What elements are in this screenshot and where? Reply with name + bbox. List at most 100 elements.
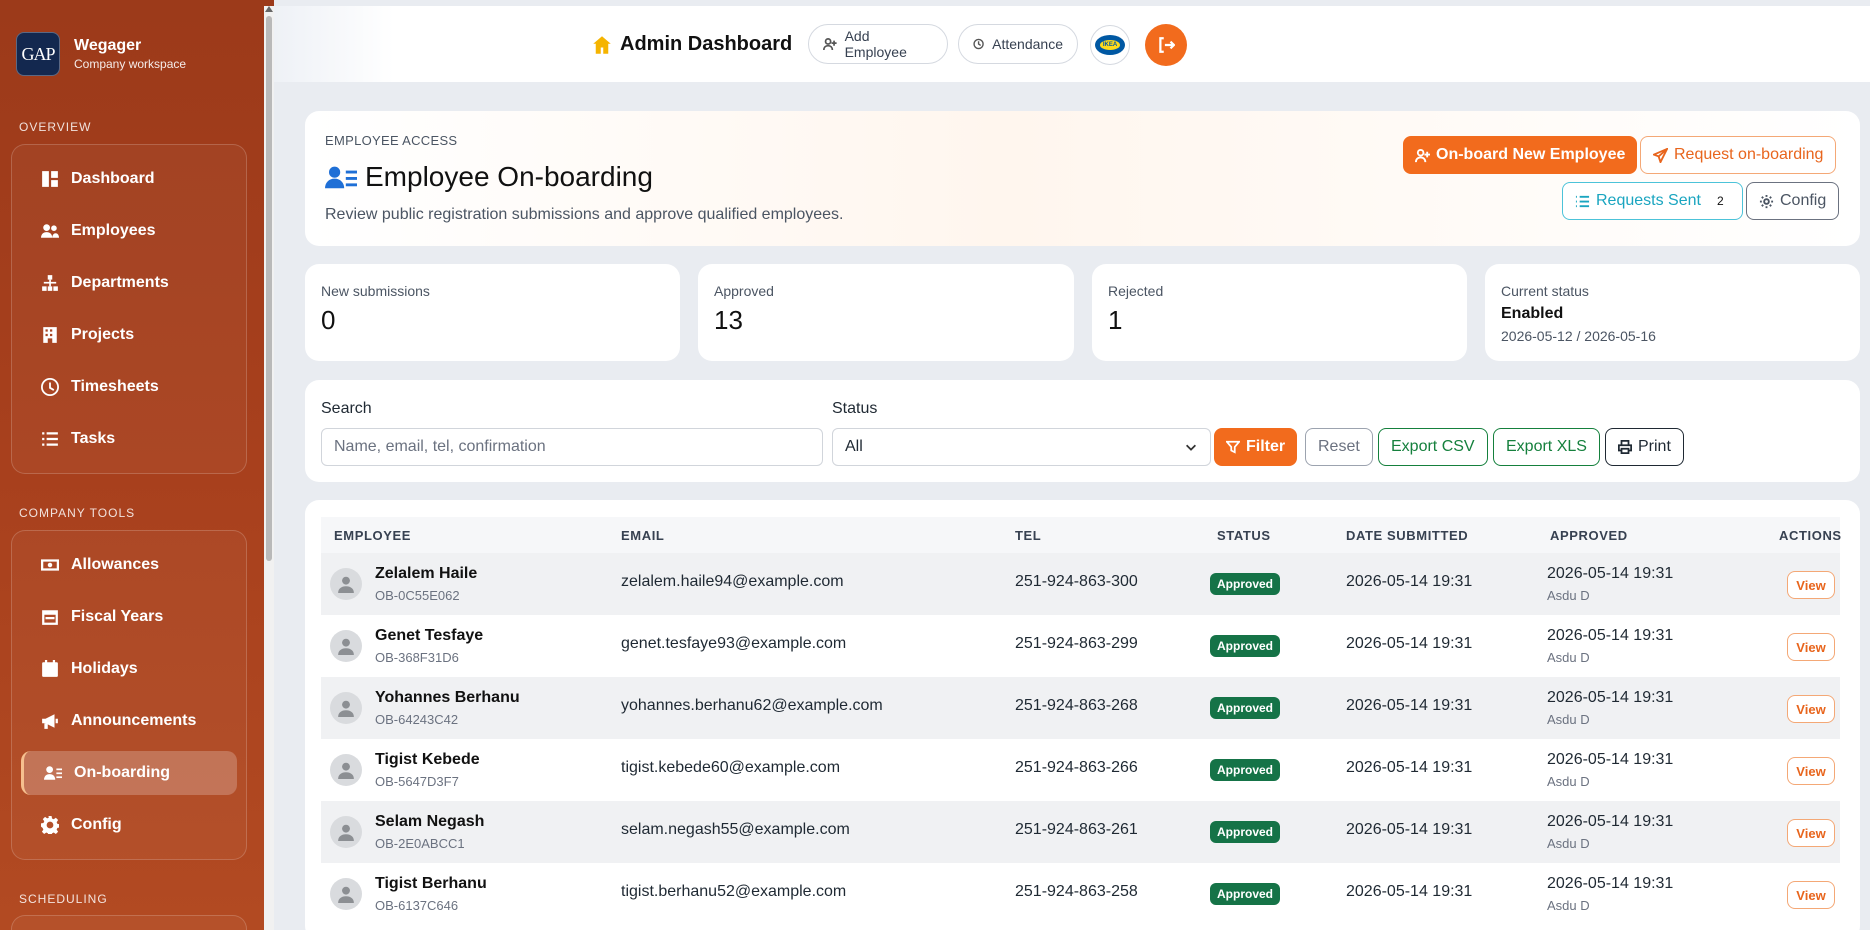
megaphone-icon (42, 714, 58, 729)
onboarding-title-text: Employee On-boarding (365, 161, 653, 192)
onboarding-description: Review public registration submissions a… (325, 206, 844, 223)
sidebar-item-timesheets[interactable]: Timesheets (21, 365, 237, 409)
dashboard-icon (42, 171, 58, 187)
search-input[interactable]: Name, email, tel, confirmation (321, 428, 823, 466)
sidebar-item-label: Fiscal Years (71, 608, 164, 625)
gear-icon (1759, 194, 1774, 208)
stat-label: Rejected (1108, 283, 1164, 299)
stat-new-submissions: New submissions 0 (305, 264, 680, 361)
home-icon (593, 35, 611, 54)
table-row[interactable]: Zelalem Haile OB-0C55E062 zelalem.haile94@… (321, 553, 1840, 615)
sidebar: GAP Wegager Company workspace OVERVIEW D… (0, 0, 274, 930)
sidebar-item-announcements[interactable]: Announcements (21, 699, 237, 743)
sidebar-item-holidays[interactable]: Holidays (21, 647, 237, 691)
employee-email: genet.tesfaye93@example.com (621, 635, 847, 652)
sidebar-item-employees[interactable]: Employees (21, 209, 237, 253)
employee-code: OB-6137C646 (375, 898, 459, 913)
table-row[interactable]: Tigist Kebede OB-5647D3F7 tigist.kebede60@… (321, 739, 1840, 801)
overview-nav-group: Dashboard Employees Departments Projects… (11, 144, 247, 474)
page-title: Admin Dashboard (592, 33, 792, 56)
employee-code: OB-64243C42 (375, 712, 459, 727)
requests-sent-button[interactable]: Requests Sent 2 (1562, 182, 1743, 220)
view-button[interactable]: View (1787, 571, 1835, 599)
approved-date: 2026-05-14 19:31 (1547, 627, 1674, 644)
employee-tel: 251-924-863-266 (1015, 759, 1138, 776)
export-csv-button[interactable]: Export CSV (1378, 428, 1488, 466)
clock-icon (973, 38, 984, 50)
view-button[interactable]: View (1787, 633, 1835, 661)
page-title-text: Admin Dashboard (620, 33, 793, 55)
filter-label: Filter (1246, 438, 1286, 455)
sidebar-item-allowances[interactable]: Allowances (21, 543, 237, 587)
user-plus-icon (823, 38, 837, 51)
list-icon (1575, 195, 1590, 207)
chevron-down-icon (1186, 444, 1196, 451)
employee-name: Tigist Berhanu (375, 875, 487, 892)
col-date-submitted[interactable]: DATE SUBMITTED (1346, 528, 1468, 543)
print-button[interactable]: Print (1605, 428, 1684, 466)
sidebar-item-dashboard[interactable]: Dashboard (21, 157, 237, 201)
reset-button[interactable]: Reset (1305, 428, 1373, 466)
company-avatar[interactable]: IKEA (1090, 25, 1130, 65)
approved-date: 2026-05-14 19:31 (1547, 565, 1674, 582)
print-label: Print (1638, 438, 1671, 455)
view-button[interactable]: View (1787, 757, 1835, 785)
status-badge: Approved (1210, 821, 1281, 843)
col-tel[interactable]: TEL (1015, 528, 1041, 543)
col-email[interactable]: EMAIL (621, 528, 664, 543)
list-icon (42, 432, 58, 446)
brand[interactable]: GAP Wegager Company workspace (16, 32, 186, 76)
sidebar-item-tasks[interactable]: Tasks (21, 417, 237, 461)
sidebar-item-label: Timesheets (71, 378, 159, 395)
date-submitted: 2026-05-14 19:31 (1346, 759, 1473, 776)
scheduling-nav-group (11, 915, 247, 930)
building-icon (43, 327, 57, 343)
col-approved[interactable]: APPROVED (1550, 528, 1628, 543)
employee-name: Zelalem Haile (375, 565, 478, 582)
scrollbar-thumb[interactable] (266, 16, 272, 561)
view-button[interactable]: View (1787, 881, 1835, 909)
filter-button[interactable]: Filter (1214, 428, 1298, 466)
employee-tel: 251-924-863-258 (1015, 883, 1138, 900)
add-employee-label: Add Employee (844, 28, 907, 60)
filter-icon (1226, 440, 1240, 454)
sidebar-item-config[interactable]: Config (21, 803, 237, 847)
view-button[interactable]: View (1787, 695, 1835, 723)
brand-logo: GAP (16, 32, 60, 76)
stat-value: 13 (714, 305, 743, 335)
sidebar-item-onboarding[interactable]: On-boarding (21, 751, 237, 795)
employee-name: Selam Negash (375, 813, 485, 830)
stat-label: Current status (1501, 283, 1589, 299)
onboard-new-employee-button[interactable]: On-board New Employee (1403, 136, 1638, 174)
logout-button[interactable] (1145, 24, 1187, 66)
config-button[interactable]: Config (1746, 182, 1840, 220)
avatar (330, 568, 362, 600)
stat-approved: Approved 13 (698, 264, 1074, 361)
export-xls-button[interactable]: Export XLS (1493, 428, 1600, 466)
table-row[interactable]: Selam Negash OB-2E0ABCC1 selam.negash55@ex… (321, 801, 1840, 863)
user-avatar-icon (338, 824, 354, 841)
calendar-icon (42, 610, 58, 625)
scroll-up-icon[interactable] (265, 6, 273, 12)
sidebar-item-departments[interactable]: Departments (21, 261, 237, 305)
request-onboarding-button[interactable]: Request on-boarding (1640, 136, 1837, 174)
status-select[interactable]: All (832, 428, 1211, 466)
add-employee-button[interactable]: Add Employee (808, 24, 948, 64)
search-label: Search (321, 400, 372, 417)
sidebar-item-projects[interactable]: Projects (21, 313, 237, 357)
sidebar-item-fiscal-years[interactable]: Fiscal Years (21, 595, 237, 639)
avatar (330, 754, 362, 786)
attendance-button[interactable]: Attendance (958, 24, 1078, 64)
approved-date: 2026-05-14 19:31 (1547, 689, 1674, 706)
sidebar-scrollbar[interactable] (264, 6, 274, 930)
approved-date: 2026-05-14 19:31 (1547, 813, 1674, 830)
table-row[interactable]: Yohannes Berhanu OB-64243C42 yohannes.berh… (321, 677, 1840, 739)
view-button[interactable]: View (1787, 819, 1835, 847)
col-employee[interactable]: EMPLOYEE (334, 528, 411, 543)
request-onboarding-label: Request on-boarding (1674, 146, 1824, 163)
col-status[interactable]: STATUS (1217, 528, 1271, 543)
employee-name: Tigist Kebede (375, 751, 480, 768)
table-row[interactable]: Tigist Berhanu OB-6137C646 tigist.berhanu5… (321, 863, 1840, 925)
employee-email: zelalem.haile94@example.com (621, 573, 844, 590)
table-row[interactable]: Genet Tesfaye OB-368F31D6 genet.tesfaye93@… (321, 615, 1840, 677)
